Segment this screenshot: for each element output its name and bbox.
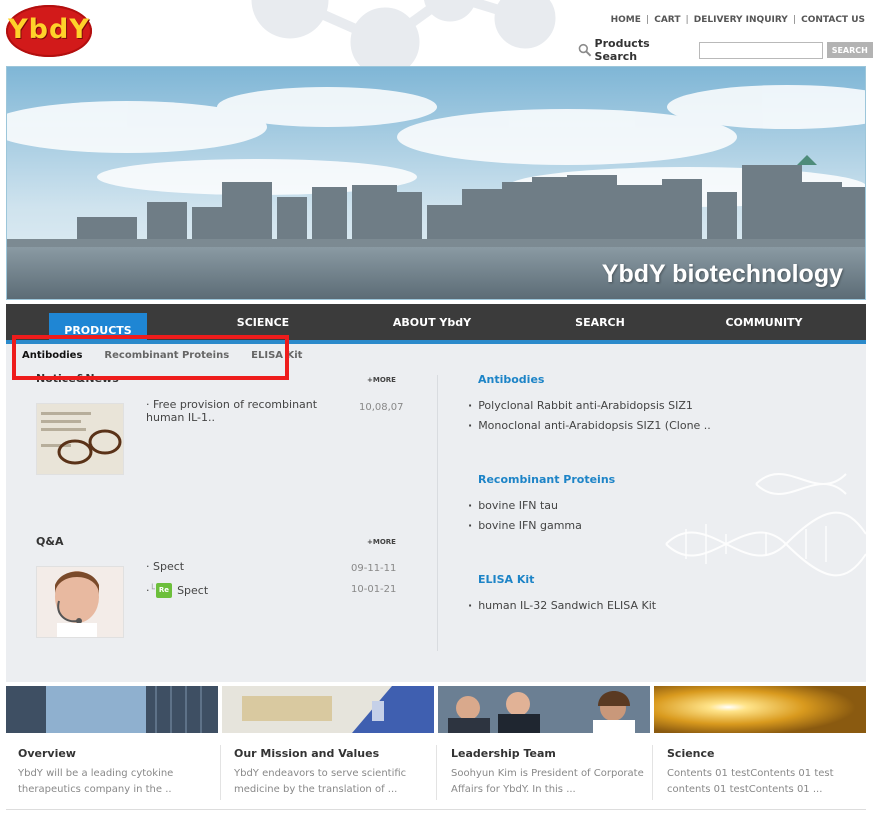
category-item[interactable]: bovine IFN gamma	[468, 519, 582, 532]
mission-card-title[interactable]: Our Mission and Values	[234, 747, 379, 760]
mission-card-desc: YbdY endeavors to serve scientific medic…	[234, 768, 407, 795]
category-title-antibodies[interactable]: Antibodies	[478, 373, 544, 386]
overview-image[interactable]	[6, 686, 218, 733]
contact-us-link[interactable]: CONTACT US	[801, 15, 865, 25]
category-item[interactable]: Monoclonal anti-Arabidopsis SIZ1 (Clone …	[468, 419, 711, 432]
science-image[interactable]	[654, 686, 866, 733]
logo[interactable]: YbdY	[6, 5, 92, 57]
reply-badge: Re	[155, 583, 173, 598]
reply-arrow-icon: └	[149, 585, 155, 595]
overview-card-title[interactable]: Overview	[18, 747, 76, 760]
notice-item[interactable]: · Free provision of recombinant human IL…	[146, 398, 346, 424]
card-divider	[436, 745, 437, 800]
top-links: HOME | CART | DELIVERY INQUIRY | CONTACT…	[611, 15, 865, 25]
dna-decoration	[665, 473, 866, 577]
category-item[interactable]: Polyclonal Rabbit anti-Arabidopsis SIZ1	[468, 399, 693, 412]
card-divider	[652, 745, 653, 800]
category-item[interactable]: human IL-32 Sandwich ELISA Kit	[468, 599, 656, 612]
science-card-title[interactable]: Science	[667, 747, 715, 760]
search-label: Products Search	[594, 37, 650, 63]
bullet: ·	[146, 560, 153, 573]
overview-card-desc: YbdY will be a leading cytokine therapeu…	[18, 768, 174, 795]
science-card-desc: Contents 01 testContents 01 test content…	[667, 768, 834, 795]
header: YbdY HOME | CART | DELIVERY INQUIRY | CO…	[0, 0, 873, 66]
search-button[interactable]: SEARCH	[826, 42, 873, 58]
cart-link[interactable]: CART	[654, 15, 680, 25]
delivery-inquiry-link[interactable]: DELIVERY INQUIRY	[694, 15, 788, 25]
nav-about[interactable]: ABOUT YbdY	[384, 304, 480, 340]
notice-item-text: Free provision of recombinant human IL-1…	[146, 398, 318, 424]
products-search: Products Search SEARCH	[578, 37, 873, 63]
qa-item-date: 09-11-11	[351, 563, 397, 574]
qa-more-link[interactable]: +MORE	[367, 538, 396, 546]
home-link[interactable]: HOME	[611, 15, 641, 25]
card-divider	[220, 745, 221, 800]
qa-item[interactable]: · Spect	[146, 560, 184, 573]
qa-item-text: Spect	[153, 560, 185, 573]
banner-title: YbdY biotechnology	[601, 260, 843, 288]
search-icon	[578, 43, 592, 57]
mission-image[interactable]	[222, 686, 434, 733]
category-title-recombinant-proteins[interactable]: Recombinant Proteins	[478, 473, 615, 486]
nav-community[interactable]: COMMUNITY	[718, 304, 810, 340]
separator: |	[685, 15, 689, 25]
separator: |	[792, 15, 797, 25]
qa-title: Q&A	[36, 535, 64, 548]
leadership-image[interactable]	[438, 686, 650, 733]
banner: YbdY biotechnology	[6, 66, 866, 300]
separator: |	[645, 15, 650, 25]
highlight-box	[12, 335, 289, 380]
category-title-elisa-kit[interactable]: ELISA Kit	[478, 573, 534, 586]
notice-item-date: 10,08,07	[359, 402, 404, 413]
notice-more-link[interactable]: +MORE	[367, 376, 396, 384]
search-input[interactable]	[698, 41, 823, 59]
qa-item-text: Spect	[177, 584, 209, 597]
notice-thumbnail	[36, 403, 124, 475]
column-divider	[437, 375, 438, 651]
leadership-card-desc: Soohyun Kim is President of Corporate Af…	[451, 768, 644, 795]
molecule-decoration	[251, 0, 556, 66]
nav-search[interactable]: SEARCH	[564, 304, 636, 340]
footer-divider	[6, 809, 866, 810]
leadership-card-title[interactable]: Leadership Team	[451, 747, 556, 760]
qa-thumbnail	[36, 566, 124, 638]
category-item[interactable]: bovine IFN tau	[468, 499, 558, 512]
logo-text: YbdY	[8, 14, 90, 45]
qa-item[interactable]: · └ Re Spect	[146, 583, 208, 598]
qa-item-date: 10-01-21	[351, 584, 397, 595]
bullet: ·	[146, 398, 153, 411]
content-area: Antibodies Recombinant Proteins ELISA Ki…	[6, 344, 866, 682]
